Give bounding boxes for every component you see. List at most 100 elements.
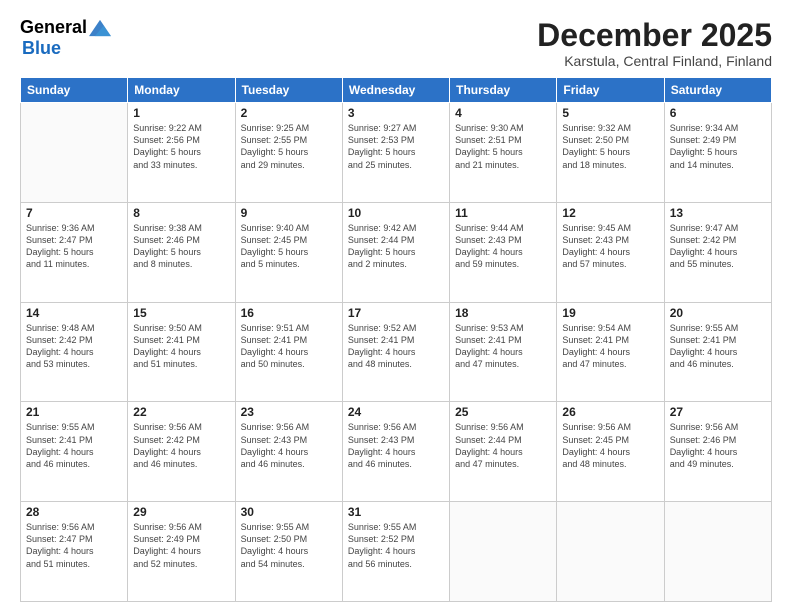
day-of-week-header: Saturday [664, 78, 771, 103]
calendar-cell: 11 Sunrise: 9:44 AMSunset: 2:43 PMDayligh… [450, 202, 557, 302]
day-info: Sunrise: 9:52 AMSunset: 2:41 PMDaylight:… [348, 322, 444, 371]
day-number: 31 [348, 505, 444, 519]
calendar-week-row: 1 Sunrise: 9:22 AMSunset: 2:56 PMDaylight… [21, 103, 772, 203]
calendar-cell: 13 Sunrise: 9:47 AMSunset: 2:42 PMDayligh… [664, 202, 771, 302]
calendar-cell: 26 Sunrise: 9:56 AMSunset: 2:45 PMDayligh… [557, 402, 664, 502]
day-number: 27 [670, 405, 766, 419]
calendar-cell [664, 502, 771, 602]
day-of-week-header: Wednesday [342, 78, 449, 103]
location: Karstula, Central Finland, Finland [537, 53, 772, 69]
calendar-cell: 25Sunrise: 9:56 AMSunset: 2:44 PMDayligh… [450, 402, 557, 502]
day-info: Sunrise: 9:40 AMSunset: 2:45 PMDaylight:… [241, 222, 337, 271]
month-title: December 2025 [537, 18, 772, 53]
day-number: 19 [562, 306, 658, 320]
calendar-cell: 9 Sunrise: 9:40 AMSunset: 2:45 PMDaylight… [235, 202, 342, 302]
day-info: Sunrise: 9:50 AMSunset: 2:41 PMDaylight:… [133, 322, 229, 371]
day-number: 6 [670, 106, 766, 120]
day-info: Sunrise: 9:56 AMSunset: 2:47 PMDaylight:… [26, 521, 122, 570]
header-right: December 2025 Karstula, Central Finland,… [537, 18, 772, 69]
day-info: Sunrise: 9:56 AMSunset: 2:46 PMDaylight:… [670, 421, 766, 470]
day-info: Sunrise: 9:44 AMSunset: 2:43 PMDaylight:… [455, 222, 551, 271]
day-info: Sunrise: 9:25 AMSunset: 2:55 PMDaylight:… [241, 122, 337, 171]
calendar-cell: 31Sunrise: 9:55 AMSunset: 2:52 PMDayligh… [342, 502, 449, 602]
calendar-cell: 2 Sunrise: 9:25 AMSunset: 2:55 PMDaylight… [235, 103, 342, 203]
day-number: 11 [455, 206, 551, 220]
day-info: Sunrise: 9:53 AMSunset: 2:41 PMDaylight:… [455, 322, 551, 371]
logo: General Blue [20, 18, 111, 59]
day-number: 13 [670, 206, 766, 220]
calendar-cell: 24 Sunrise: 9:56 AMSunset: 2:43 PMDayligh… [342, 402, 449, 502]
day-number: 21 [26, 405, 122, 419]
day-number: 4 [455, 106, 551, 120]
calendar-week-row: 14 Sunrise: 9:48 AMSunset: 2:42 PMDayligh… [21, 302, 772, 402]
day-info: Sunrise: 9:56 AMSunset: 2:45 PMDaylight:… [562, 421, 658, 470]
day-info: Sunrise: 9:56 AMSunset: 2:42 PMDaylight:… [133, 421, 229, 470]
day-number: 2 [241, 106, 337, 120]
day-info: Sunrise: 9:56 AMSunset: 2:49 PMDaylight:… [133, 521, 229, 570]
calendar-cell: 30Sunrise: 9:55 AMSunset: 2:50 PMDayligh… [235, 502, 342, 602]
calendar-cell: 15Sunrise: 9:50 AMSunset: 2:41 PMDayligh… [128, 302, 235, 402]
day-info: Sunrise: 9:45 AMSunset: 2:43 PMDaylight:… [562, 222, 658, 271]
calendar-cell: 17 Sunrise: 9:52 AMSunset: 2:41 PMDayligh… [342, 302, 449, 402]
calendar-cell: 5Sunrise: 9:32 AMSunset: 2:50 PMDaylight… [557, 103, 664, 203]
calendar: SundayMondayTuesdayWednesdayThursdayFrid… [20, 77, 772, 602]
calendar-cell: 1 Sunrise: 9:22 AMSunset: 2:56 PMDaylight… [128, 103, 235, 203]
day-info: Sunrise: 9:36 AMSunset: 2:47 PMDaylight:… [26, 222, 122, 271]
logo-general: General [20, 18, 87, 38]
day-info: Sunrise: 9:47 AMSunset: 2:42 PMDaylight:… [670, 222, 766, 271]
day-number: 12 [562, 206, 658, 220]
day-number: 8 [133, 206, 229, 220]
calendar-cell: 10Sunrise: 9:42 AMSunset: 2:44 PMDayligh… [342, 202, 449, 302]
calendar-cell: 28 Sunrise: 9:56 AMSunset: 2:47 PMDayligh… [21, 502, 128, 602]
day-info: Sunrise: 9:56 AMSunset: 2:43 PMDaylight:… [348, 421, 444, 470]
day-info: Sunrise: 9:55 AMSunset: 2:41 PMDaylight:… [26, 421, 122, 470]
day-number: 26 [562, 405, 658, 419]
day-info: Sunrise: 9:34 AMSunset: 2:49 PMDaylight:… [670, 122, 766, 171]
logo-blue: Blue [22, 38, 61, 59]
calendar-header-row: SundayMondayTuesdayWednesdayThursdayFrid… [21, 78, 772, 103]
day-info: Sunrise: 9:27 AMSunset: 2:53 PMDaylight:… [348, 122, 444, 171]
day-number: 29 [133, 505, 229, 519]
day-info: Sunrise: 9:56 AMSunset: 2:43 PMDaylight:… [241, 421, 337, 470]
calendar-cell: 20 Sunrise: 9:55 AMSunset: 2:41 PMDayligh… [664, 302, 771, 402]
day-of-week-header: Friday [557, 78, 664, 103]
day-info: Sunrise: 9:55 AMSunset: 2:41 PMDaylight:… [670, 322, 766, 371]
day-number: 20 [670, 306, 766, 320]
day-number: 1 [133, 106, 229, 120]
day-number: 9 [241, 206, 337, 220]
calendar-cell: 19 Sunrise: 9:54 AMSunset: 2:41 PMDayligh… [557, 302, 664, 402]
calendar-week-row: 7Sunrise: 9:36 AMSunset: 2:47 PMDaylight… [21, 202, 772, 302]
day-number: 10 [348, 206, 444, 220]
day-number: 5 [562, 106, 658, 120]
logo-icon [89, 19, 111, 37]
day-number: 14 [26, 306, 122, 320]
day-number: 24 [348, 405, 444, 419]
calendar-cell: 8 Sunrise: 9:38 AMSunset: 2:46 PMDaylight… [128, 202, 235, 302]
day-number: 23 [241, 405, 337, 419]
day-info: Sunrise: 9:22 AMSunset: 2:56 PMDaylight:… [133, 122, 229, 171]
day-number: 30 [241, 505, 337, 519]
day-number: 17 [348, 306, 444, 320]
day-of-week-header: Sunday [21, 78, 128, 103]
calendar-cell: 23 Sunrise: 9:56 AMSunset: 2:43 PMDayligh… [235, 402, 342, 502]
calendar-cell [557, 502, 664, 602]
day-info: Sunrise: 9:54 AMSunset: 2:41 PMDaylight:… [562, 322, 658, 371]
calendar-cell: 22 Sunrise: 9:56 AMSunset: 2:42 PMDayligh… [128, 402, 235, 502]
calendar-cell: 16Sunrise: 9:51 AMSunset: 2:41 PMDayligh… [235, 302, 342, 402]
day-of-week-header: Monday [128, 78, 235, 103]
calendar-cell: 12 Sunrise: 9:45 AMSunset: 2:43 PMDayligh… [557, 202, 664, 302]
day-info: Sunrise: 9:38 AMSunset: 2:46 PMDaylight:… [133, 222, 229, 271]
calendar-cell: 6 Sunrise: 9:34 AMSunset: 2:49 PMDaylight… [664, 103, 771, 203]
day-number: 22 [133, 405, 229, 419]
page: General Blue December 2025 Karstula, Cen… [0, 0, 792, 612]
calendar-cell: 3Sunrise: 9:27 AMSunset: 2:53 PMDaylight… [342, 103, 449, 203]
day-number: 28 [26, 505, 122, 519]
day-info: Sunrise: 9:51 AMSunset: 2:41 PMDaylight:… [241, 322, 337, 371]
header: General Blue December 2025 Karstula, Cen… [20, 18, 772, 69]
day-info: Sunrise: 9:30 AMSunset: 2:51 PMDaylight:… [455, 122, 551, 171]
calendar-cell: 18Sunrise: 9:53 AMSunset: 2:41 PMDayligh… [450, 302, 557, 402]
calendar-week-row: 28 Sunrise: 9:56 AMSunset: 2:47 PMDayligh… [21, 502, 772, 602]
day-info: Sunrise: 9:48 AMSunset: 2:42 PMDaylight:… [26, 322, 122, 371]
calendar-cell: 4 Sunrise: 9:30 AMSunset: 2:51 PMDaylight… [450, 103, 557, 203]
day-info: Sunrise: 9:56 AMSunset: 2:44 PMDaylight:… [455, 421, 551, 470]
